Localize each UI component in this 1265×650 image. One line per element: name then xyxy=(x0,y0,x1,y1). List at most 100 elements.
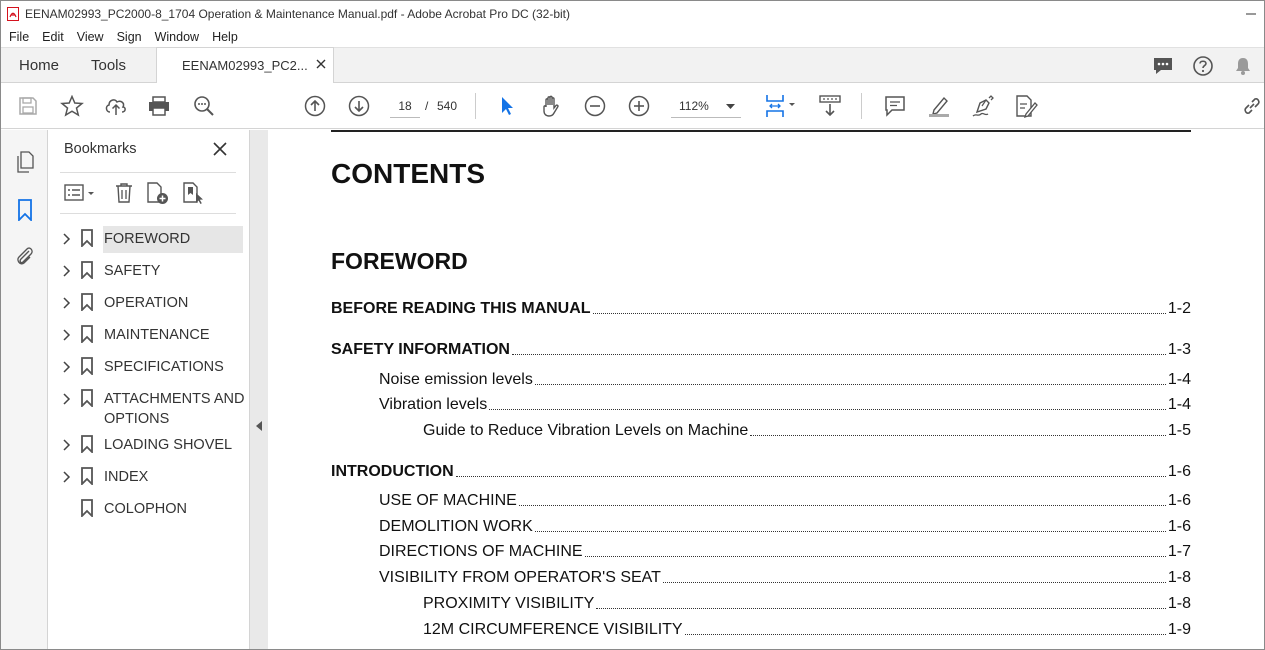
toc-title: Noise emission levels xyxy=(379,371,533,388)
chevron-right-icon[interactable] xyxy=(60,328,72,342)
bookmark-label: OPERATION xyxy=(104,295,189,311)
bookmark-item-safety[interactable]: SAFETY xyxy=(48,256,250,286)
delete-bookmark-icon[interactable] xyxy=(114,180,134,206)
panel-collapse-gutter[interactable] xyxy=(250,130,268,649)
menu-help[interactable]: Help xyxy=(212,30,238,44)
bookmark-item-operation[interactable]: OPERATION xyxy=(48,288,250,318)
chevron-right-icon[interactable] xyxy=(60,296,72,310)
comment-icon[interactable] xyxy=(882,93,908,119)
zoom-out-icon[interactable] xyxy=(582,93,608,119)
toolbar-divider xyxy=(861,93,862,119)
fit-page-icon[interactable] xyxy=(762,93,798,119)
tab-tools[interactable]: Tools xyxy=(91,48,126,83)
chevron-right-icon[interactable] xyxy=(60,264,72,278)
bookmark-item-attachments-and-options[interactable]: ATTACHMENTS AND OPTIONS xyxy=(48,384,250,430)
bookmark-icon xyxy=(81,261,93,279)
bookmark-panel-icon[interactable] xyxy=(13,198,37,222)
select-cursor-icon[interactable] xyxy=(494,93,520,119)
minimize-icon[interactable] xyxy=(1244,7,1258,21)
toc-entry[interactable]: BEFORE READING THIS MANUAL 1-2 xyxy=(331,300,1191,320)
print-icon[interactable] xyxy=(146,93,172,119)
toc-entry[interactable]: VISIBILITY FROM OPERATOR'S SEAT 1-8 xyxy=(331,569,1191,589)
menu-edit[interactable]: Edit xyxy=(42,30,64,44)
toc-title: PROXIMITY VISIBILITY xyxy=(423,595,595,612)
highlight-pen-icon[interactable] xyxy=(926,93,952,119)
save-icon[interactable] xyxy=(15,93,41,119)
bookmark-item-foreword[interactable]: FOREWORD xyxy=(48,224,250,254)
menu-sign[interactable]: Sign xyxy=(117,30,142,44)
zoom-in-icon[interactable] xyxy=(626,93,652,119)
chevron-right-icon[interactable] xyxy=(60,470,72,484)
bookmark-icon xyxy=(81,467,93,485)
fill-sign-icon[interactable] xyxy=(1013,93,1039,119)
bookmark-label: FOREWORD xyxy=(104,231,191,247)
page-separator: / xyxy=(425,99,429,113)
chevron-right-icon[interactable] xyxy=(60,232,72,246)
current-page-input[interactable]: 18 xyxy=(390,94,420,118)
toc-entry[interactable]: DIRECTIONS OF MACHINE 1-7 xyxy=(331,543,1191,563)
hand-tool-icon[interactable] xyxy=(538,93,564,119)
toc-entry[interactable]: Guide to Reduce Vibration Levels on Mach… xyxy=(331,422,1191,442)
bookmark-item-colophon[interactable]: COLOPHON xyxy=(48,494,250,524)
toc-title: USE OF MACHINE xyxy=(379,492,517,509)
bookmark-item-loading-shovel[interactable]: LOADING SHOVEL xyxy=(48,430,250,460)
chevron-right-icon[interactable] xyxy=(60,360,72,374)
tab-document-label: EENAM02993_PC2... xyxy=(182,58,308,73)
bookmark-icon xyxy=(81,389,93,407)
toc-leader xyxy=(511,341,1166,355)
cloud-upload-icon[interactable] xyxy=(103,93,129,119)
bookmark-label: COLOPHON xyxy=(104,501,187,517)
tab-home[interactable]: Home xyxy=(19,48,59,83)
close-icon[interactable] xyxy=(315,58,327,70)
bookmark-icon xyxy=(81,325,93,343)
toc-leader xyxy=(455,463,1166,477)
chevron-right-icon[interactable] xyxy=(60,392,72,406)
new-bookmark-icon[interactable] xyxy=(146,180,170,206)
toc-entry[interactable]: Noise emission levels 1-4 xyxy=(331,371,1191,391)
bookmark-item-maintenance[interactable]: MAINTENANCE xyxy=(48,320,250,350)
contents-heading: CONTENTS xyxy=(331,158,485,189)
help-icon[interactable] xyxy=(1190,53,1216,79)
comment-bubble-icon[interactable] xyxy=(1150,53,1176,79)
next-page-icon[interactable] xyxy=(346,93,372,119)
tab-document[interactable]: EENAM02993_PC2... xyxy=(156,47,334,84)
main-toolbar: 18 / 540 112% xyxy=(1,83,1264,129)
collapse-panel-icon[interactable] xyxy=(255,420,263,432)
menu-window[interactable]: Window xyxy=(155,30,199,44)
bookmark-item-index[interactable]: INDEX xyxy=(48,462,250,492)
toc-page: 1-6 xyxy=(1167,463,1191,480)
bookmark-item-specifications[interactable]: SPECIFICATIONS xyxy=(48,352,250,382)
bookmark-options-icon[interactable] xyxy=(64,180,100,206)
close-icon[interactable] xyxy=(212,141,228,157)
toc-entry[interactable]: Vibration levels 1-4 xyxy=(331,396,1191,416)
toc-entry[interactable]: USE OF MACHINE 1-6 xyxy=(331,492,1191,512)
toc-entry[interactable]: DEMOLITION WORK 1-6 xyxy=(331,518,1191,538)
document-view[interactable]: CONTENTS FOREWORD BEFORE READING THIS MA… xyxy=(268,130,1263,649)
menu-view[interactable]: View xyxy=(77,30,104,44)
bookmarks-title: Bookmarks xyxy=(64,141,137,157)
toc-entry[interactable]: INTRODUCTION 1-6 xyxy=(331,463,1191,483)
notification-bell-icon[interactable] xyxy=(1230,53,1256,79)
toc-entry[interactable]: PROXIMITY VISIBILITY 1-8 xyxy=(331,595,1191,615)
toolbar-divider xyxy=(475,93,476,119)
bookmark-label: ATTACHMENTS AND OPTIONS xyxy=(104,391,245,427)
attachment-paperclip-icon[interactable] xyxy=(13,244,37,268)
zoom-search-icon[interactable] xyxy=(191,93,217,119)
zoom-level-dropdown[interactable]: 112% xyxy=(671,94,741,118)
bookmarks-toolbar xyxy=(60,172,236,214)
scroll-mode-icon[interactable] xyxy=(816,93,844,119)
previous-page-icon[interactable] xyxy=(302,93,328,119)
page-thumbnails-icon[interactable] xyxy=(13,150,37,174)
bookmark-label: LOADING SHOVEL xyxy=(104,437,233,453)
bookmark-from-structure-icon[interactable] xyxy=(182,180,206,206)
sign-pen-icon[interactable] xyxy=(970,93,996,119)
toc-entry[interactable]: 12M CIRCUMFERENCE VISIBILITY 1-9 xyxy=(331,621,1191,641)
bookmark-icon xyxy=(81,229,93,247)
menu-file[interactable]: File xyxy=(9,30,29,44)
link-icon[interactable] xyxy=(1239,93,1264,119)
toc-entry[interactable]: SAFETY INFORMATION 1-3 xyxy=(331,341,1191,361)
chevron-right-icon[interactable] xyxy=(60,438,72,452)
bookmark-label: INDEX xyxy=(104,469,149,485)
toc-leader xyxy=(596,595,1166,609)
star-bookmark-icon[interactable] xyxy=(59,93,85,119)
